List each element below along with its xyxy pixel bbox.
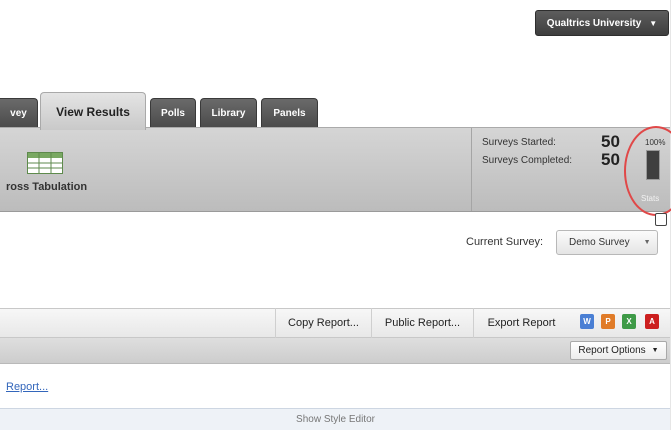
tab-library-label: Library [211, 108, 246, 119]
results-ribbon [0, 127, 671, 212]
powerpoint-export-icon[interactable]: P [601, 314, 615, 329]
account-menu-label: Qualtrics University [546, 17, 642, 29]
resize-handle[interactable] [655, 213, 667, 226]
report-options-label: Report Options [578, 345, 646, 356]
tab-polls[interactable]: Polls [150, 98, 196, 128]
chevron-down-icon: ▼ [649, 18, 658, 28]
show-style-editor-bar[interactable]: Show Style Editor [0, 408, 671, 430]
copy-report-button[interactable]: Copy Report... [275, 308, 371, 338]
tab-survey[interactable]: vey [0, 98, 38, 128]
tab-view-results-label: View Results [56, 104, 130, 119]
current-survey-label: Current Survey: [466, 236, 544, 248]
surveys-completed-value: 50 [601, 150, 620, 169]
ribbon-divider [471, 128, 472, 211]
surveys-started-label: Surveys Started: [482, 137, 556, 148]
pdf-export-icon[interactable]: A [645, 314, 659, 329]
report-options-button[interactable]: Report Options ▼ [570, 341, 667, 360]
export-report-button[interactable]: Export Report [473, 308, 569, 338]
tab-panels[interactable]: Panels [261, 98, 318, 128]
tab-survey-label: vey [10, 108, 27, 119]
public-report-button[interactable]: Public Report... [371, 308, 473, 338]
chevron-down-icon: ▼ [643, 239, 651, 246]
copy-report-label: Copy Report... [288, 317, 359, 329]
export-report-label: Export Report [487, 317, 556, 329]
cross-tabulation-button[interactable]: ross Tabulation [6, 181, 87, 193]
show-style-editor-label: Show Style Editor [296, 414, 375, 425]
tab-panels-label: Panels [273, 108, 306, 119]
account-menu-button[interactable]: Qualtrics University ▼ [535, 10, 669, 36]
tab-polls-label: Polls [161, 108, 185, 119]
excel-export-icon[interactable]: X [622, 314, 636, 329]
surveys-completed-label: Surveys Completed: [482, 155, 573, 166]
tab-library[interactable]: Library [200, 98, 257, 128]
surveys-started-value: 50 [601, 132, 620, 151]
report-link[interactable]: Report... [6, 381, 48, 393]
chevron-down-icon: ▼ [651, 347, 659, 354]
current-survey-value: Demo Survey [569, 237, 630, 248]
tab-view-results[interactable]: View Results [40, 92, 146, 130]
current-survey-select[interactable]: Demo Survey ▼ [556, 230, 658, 255]
word-export-icon[interactable]: W [580, 314, 594, 329]
table-icon[interactable] [27, 152, 63, 174]
public-report-label: Public Report... [384, 317, 461, 329]
